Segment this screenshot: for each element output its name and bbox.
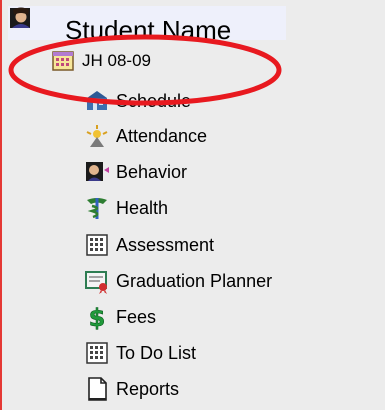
tree-item-behavior[interactable]: Behavior	[84, 157, 187, 187]
tree-root-student[interactable]: Student Name	[8, 6, 286, 45]
tree-item-label: Assessment	[116, 234, 215, 255]
tree-item-attendance[interactable]: Attendance	[84, 121, 207, 151]
tree-node-year-label: JH 08-09	[82, 51, 151, 70]
tree-item-todo-list[interactable]: To Do List	[84, 338, 196, 368]
graduation-planner-icon	[84, 268, 110, 294]
todo-list-icon	[84, 340, 110, 366]
tree-item-health[interactable]: Health	[84, 193, 168, 223]
tree-item-assessment[interactable]: Assessment	[84, 230, 214, 260]
tree-item-reports[interactable]: Reports	[84, 374, 179, 404]
tree-item-label: Schedule	[116, 90, 192, 111]
assessment-icon	[84, 232, 110, 258]
tree-item-schedule[interactable]: Schedule	[84, 86, 191, 116]
behavior-icon	[84, 159, 110, 185]
tree-item-label: To Do List	[116, 342, 197, 363]
fees-icon: $	[84, 304, 110, 330]
attendance-icon	[84, 123, 110, 149]
tree-item-fees[interactable]: $ Fees	[84, 302, 156, 332]
student-icon	[10, 7, 30, 28]
tree-item-label: Reports	[116, 378, 180, 399]
student-tree: Student Name JH 08-09 Schedule Attendanc…	[0, 0, 385, 410]
health-icon	[84, 195, 110, 221]
tree-item-graduation-planner[interactable]: Graduation Planner	[84, 266, 272, 296]
tree-item-label: Fees	[116, 306, 157, 327]
calendar-icon	[52, 51, 74, 71]
schedule-icon	[84, 88, 110, 114]
tree-node-year[interactable]: JH 08-09	[52, 48, 151, 74]
tree-item-label: Attendance	[116, 125, 208, 146]
tree-item-label: Health	[116, 197, 169, 218]
tree-item-label: Behavior	[116, 161, 188, 182]
tree-root-label: Student Name	[65, 15, 232, 45]
svg-text:$: $	[89, 304, 106, 330]
tree-item-label: Graduation Planner	[116, 270, 273, 291]
reports-icon	[84, 376, 110, 402]
